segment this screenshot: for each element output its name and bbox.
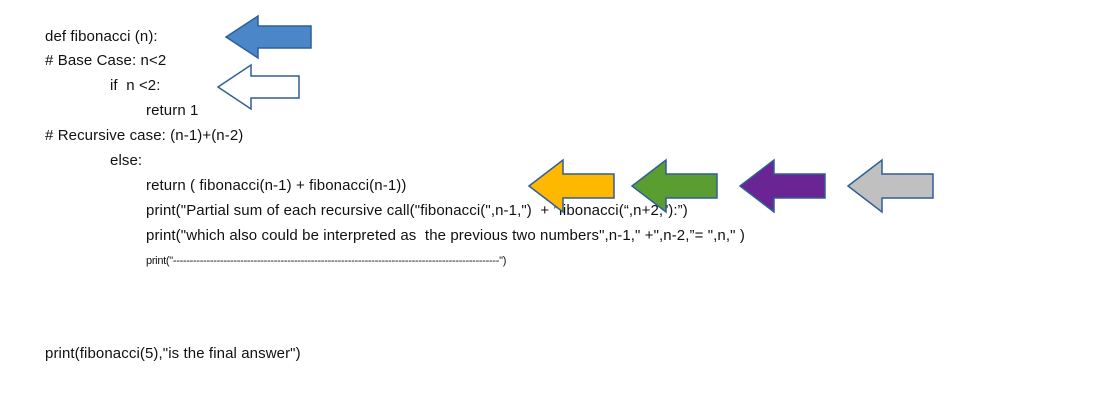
code-line-def: def fibonacci (n):: [45, 28, 158, 45]
recursive-orange-left-arrow-icon: [527, 158, 617, 214]
code-line-else: else:: [110, 152, 143, 169]
recursive-green-left-arrow-icon: [630, 158, 720, 214]
code-line-base-case-comment: # Base Case: n<2: [45, 52, 167, 69]
def-blue-left-arrow-icon: [224, 14, 314, 60]
code-line-return-recursive: return ( fibonacci(n-1) + fibonacci(n-1)…: [146, 177, 407, 194]
code-line-print-interpretation: print("which also could be interpreted a…: [146, 227, 745, 244]
code-line-recursive-comment: # Recursive case: (n-1)+(n-2): [45, 127, 244, 144]
recursive-gray-left-arrow-icon: [846, 158, 936, 214]
code-line-print-separator: print("---------------------------------…: [146, 255, 507, 267]
code-line-if: if n <2:: [110, 77, 161, 94]
code-line-print-final: print(fibonacci(5),"is the final answer"…: [45, 345, 301, 362]
code-line-return-1: return 1: [146, 102, 199, 119]
base-case-outline-left-arrow-icon: [216, 63, 302, 111]
recursive-purple-left-arrow-icon: [738, 158, 828, 214]
